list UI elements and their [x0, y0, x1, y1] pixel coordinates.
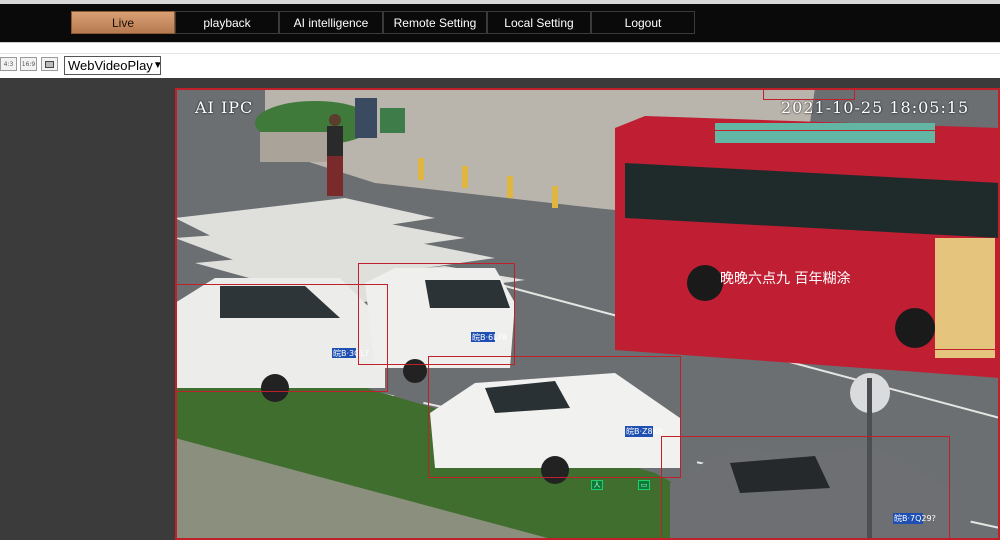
top-nav-bar: Live playback AI intelligence Remote Set…: [0, 0, 1000, 42]
nav-tabs: Live playback AI intelligence Remote Set…: [71, 11, 695, 34]
tab-playback[interactable]: playback: [175, 11, 279, 34]
live-view-workspace: 晚晚六点九 百年糊涂 皖B·3GL? 皖B·6L?8 皖B·Z8K6 皖B·7Q…: [0, 78, 1000, 540]
aspect-4-3-button[interactable]: 4:3: [0, 57, 17, 71]
detection-box-bus: [615, 130, 1000, 350]
toolbar: 4:3 16:9 WebVideoPlay ▼: [0, 42, 1000, 78]
fullscreen-icon: [45, 60, 54, 68]
tab-ai-intelligence[interactable]: AI intelligence: [279, 11, 383, 34]
tab-local-setting[interactable]: Local Setting: [487, 11, 591, 34]
tab-remote-setting[interactable]: Remote Setting: [383, 11, 487, 34]
player-select-value: WebVideoPlay: [68, 58, 153, 73]
video-feed[interactable]: 晚晚六点九 百年糊涂 皖B·3GL? 皖B·6L?8 皖B·Z8K6 皖B·7Q…: [175, 88, 1000, 540]
vehicle-icon: ▭: [638, 480, 650, 490]
tab-logout[interactable]: Logout: [591, 11, 695, 34]
chevron-down-icon: ▼: [153, 57, 160, 74]
detection-box-van: [175, 284, 388, 392]
detection-box-vehicle: [763, 88, 855, 100]
detection-box-white-sedan: [428, 356, 681, 478]
player-select[interactable]: WebVideoPlay ▼: [64, 56, 161, 75]
top-edge: [0, 0, 1000, 4]
pedestrian-icon: 人: [591, 480, 603, 490]
detection-box-grey-sedan: [661, 436, 950, 540]
tab-live[interactable]: Live: [71, 11, 175, 34]
aspect-16-9-button[interactable]: 16:9: [20, 57, 37, 71]
fullscreen-button[interactable]: [41, 57, 58, 71]
toolbar-divider: [0, 53, 1000, 54]
